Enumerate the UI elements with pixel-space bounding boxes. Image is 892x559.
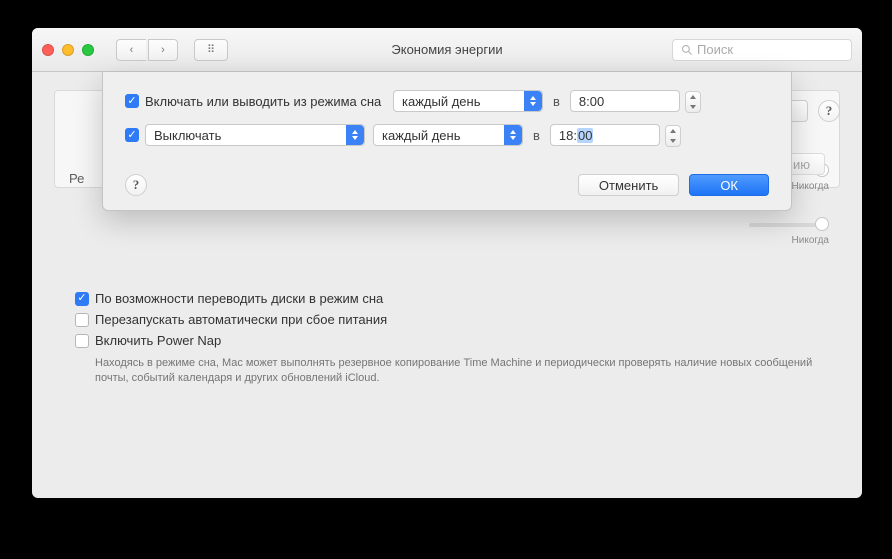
minimize-window-button[interactable] — [62, 44, 74, 56]
select-value: каждый день — [382, 128, 460, 143]
search-placeholder: Поиск — [697, 42, 733, 57]
stepper-up[interactable] — [686, 92, 700, 102]
slider-knob[interactable] — [815, 217, 829, 231]
cutoff-label: Ре — [69, 171, 84, 186]
wake-checkbox[interactable] — [125, 94, 139, 108]
checkbox[interactable] — [75, 334, 89, 348]
nav-buttons: ‹ › — [116, 39, 178, 61]
select-value: каждый день — [402, 94, 480, 109]
search-icon — [681, 44, 693, 56]
power-nap-checkbox-row[interactable]: Включить Power Nap — [75, 333, 819, 348]
dropdown-arrows-icon — [504, 125, 522, 145]
time-value-selected: 00 — [577, 128, 593, 143]
shutdown-action-select[interactable]: Выключать — [145, 124, 365, 146]
window-controls — [42, 44, 94, 56]
help-icon: ? — [826, 103, 833, 119]
time-value: 8:00 — [579, 94, 604, 109]
slider-label-never: Никогда — [792, 235, 829, 246]
restart-on-power-failure-checkbox-row[interactable]: Перезапускать автоматически при сбое пит… — [75, 312, 819, 327]
grid-icon: ⠿ — [207, 43, 215, 56]
checkbox-label: Включить Power Nap — [95, 333, 221, 348]
shutdown-time-field[interactable]: 18:00 — [550, 124, 660, 146]
at-label: в — [531, 128, 542, 143]
chevron-right-icon: › — [161, 44, 165, 56]
checkbox-label: Перезапускать автоматически при сбое пит… — [95, 312, 387, 327]
time-value-prefix: 18: — [559, 128, 577, 143]
stepper-down[interactable] — [686, 102, 700, 112]
stepper-down[interactable] — [666, 136, 680, 146]
wake-time-stepper[interactable] — [685, 91, 701, 113]
shutdown-time-stepper[interactable] — [665, 125, 681, 147]
shutdown-checkbox[interactable] — [125, 128, 139, 142]
slider-label-never: Никогда — [792, 181, 829, 192]
select-value: Выключать — [154, 128, 221, 143]
dropdown-arrows-icon — [524, 91, 542, 111]
checkbox-group: По возможности переводить диски в режим … — [75, 291, 819, 386]
wake-schedule-row: Включать или выводить из режима сна кажд… — [125, 90, 769, 112]
show-all-button[interactable]: ⠿ — [194, 39, 228, 61]
wake-label: Включать или выводить из режима сна — [145, 94, 381, 109]
checkbox-label: По возможности переводить диски в режим … — [95, 291, 383, 306]
zoom-window-button[interactable] — [82, 44, 94, 56]
checkbox[interactable] — [75, 292, 89, 306]
help-button[interactable]: ? — [818, 100, 840, 122]
checkbox[interactable] — [75, 313, 89, 327]
sleep-disks-checkbox-row[interactable]: По возможности переводить диски в режим … — [75, 291, 819, 306]
search-input[interactable]: Поиск — [672, 39, 852, 61]
help-icon: ? — [133, 177, 140, 193]
wake-day-select[interactable]: каждый день — [393, 90, 543, 112]
wake-time-field[interactable]: 8:00 — [570, 90, 680, 112]
chevron-left-icon: ‹ — [130, 44, 134, 56]
sheet-footer: ? Отменить ОК — [125, 174, 769, 196]
sheet-help-button[interactable]: ? — [125, 174, 147, 196]
shutdown-schedule-row: Выключать каждый день в 18:00 — [125, 124, 769, 146]
shutdown-day-select[interactable]: каждый день — [373, 124, 523, 146]
close-window-button[interactable] — [42, 44, 54, 56]
computer-sleep-slider: Никогда — [749, 211, 829, 227]
back-button[interactable]: ‹ — [116, 39, 146, 61]
forward-button[interactable]: › — [148, 39, 178, 61]
ok-button[interactable]: ОК — [689, 174, 769, 196]
power-nap-hint: Находясь в режиме сна, Mac может выполня… — [95, 356, 815, 386]
titlebar: ‹ › ⠿ Экономия энергии Поиск — [32, 28, 862, 72]
at-label: в — [551, 94, 562, 109]
cancel-button[interactable]: Отменить — [578, 174, 679, 196]
energy-saver-window: ‹ › ⠿ Экономия энергии Поиск Ре Никогда … — [32, 28, 862, 498]
dropdown-arrows-icon — [346, 125, 364, 145]
schedule-sheet: Включать или выводить из режима сна кажд… — [102, 72, 792, 211]
stepper-up[interactable] — [666, 126, 680, 136]
